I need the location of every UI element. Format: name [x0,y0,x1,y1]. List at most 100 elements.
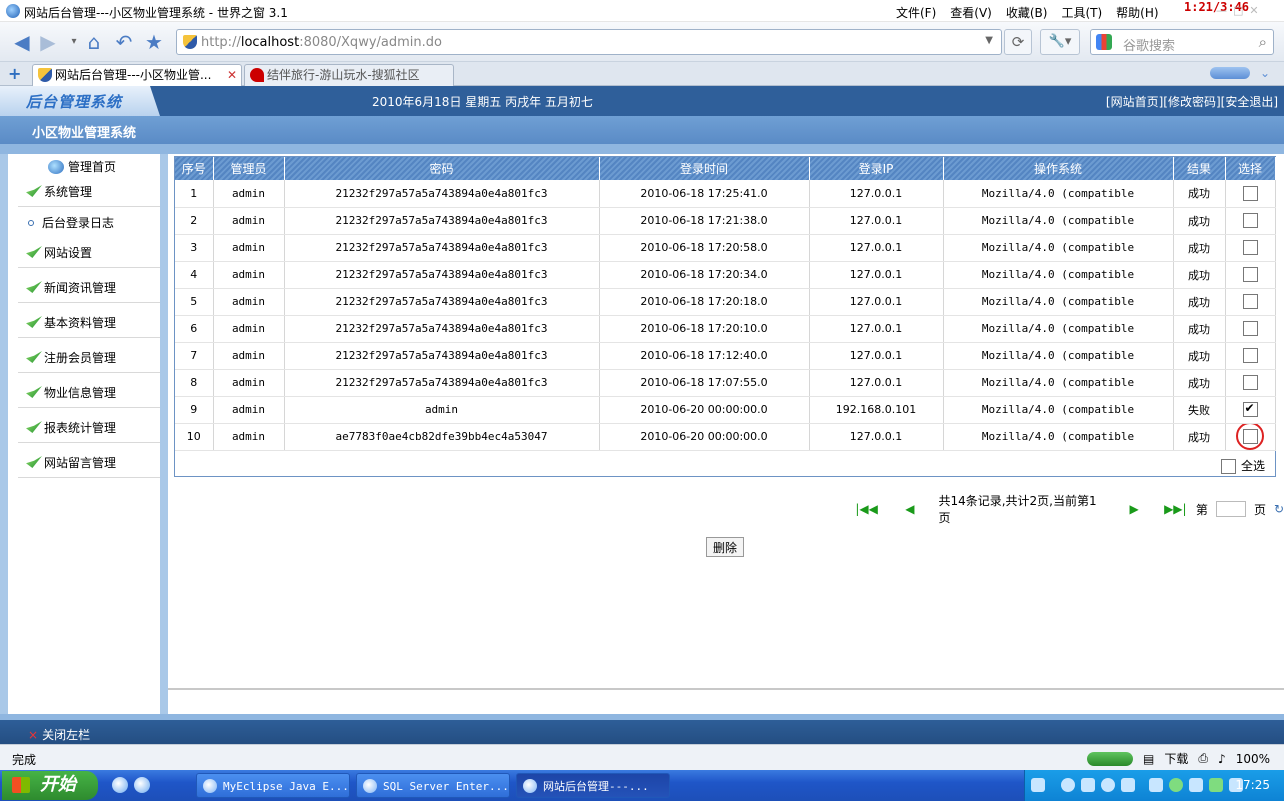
go-page-icon[interactable]: ↻ [1274,502,1284,516]
cell-password: 21232f297a57a5a743894a0e4a801fc3 [284,342,600,370]
home-icon[interactable]: ⌂ [82,30,106,54]
leaf-icon [26,281,42,293]
delete-button[interactable]: 删除 [706,537,744,557]
sidebar-home[interactable]: 管理首页 [48,158,116,175]
undo-icon[interactable]: ↶ [112,30,136,54]
tray-shield-icon[interactable] [1209,778,1223,792]
row-checkbox[interactable] [1242,213,1258,228]
row-checkbox[interactable] [1242,401,1258,417]
page-icon[interactable]: ▤ [1143,752,1154,766]
close-tab-icon[interactable]: ✕ [227,65,237,85]
menu-help[interactable]: 帮助(H) [1116,4,1158,21]
main-content: 序号 管理员 密码 登录时间 登录IP 操作系统 结果 选择 1 admin 212… [168,154,1284,714]
zoom-level[interactable]: 100% [1236,752,1270,766]
header-links[interactable]: [网站首页][修改密码][安全退出] [1106,93,1278,110]
tray-app-icon[interactable] [1081,778,1095,792]
leaf-icon [26,316,42,328]
menu-favorites[interactable]: 收藏(B) [1006,4,1048,21]
cell-result: 成功 [1173,315,1226,343]
cell-password: 21232f297a57a5a743894a0e4a801fc3 [284,261,600,289]
prev-page-icon[interactable]: ◀ [897,502,922,516]
close-left-panel[interactable]: × 关闭左栏 [28,726,90,743]
download-label[interactable]: 下载 [1164,750,1188,767]
search-icon[interactable]: ⌕ [1259,33,1267,51]
search-placeholder[interactable]: 谷歌搜索 [1123,35,1175,54]
star-icon[interactable]: ★ [142,30,166,54]
new-tab-plus-icon[interactable]: + [8,64,21,83]
sidebar-item-messages[interactable]: 网站留言管理 [18,447,160,478]
task-browser[interactable]: 网站后台管理---... [516,773,670,798]
tray-monitor-icon[interactable] [1121,778,1135,792]
sidebar-item-reports[interactable]: 报表统计管理 [18,412,160,443]
row-checkbox[interactable] [1242,321,1258,336]
row-checkbox[interactable] [1242,240,1258,255]
row-checkbox[interactable] [1242,348,1258,363]
sidebar-item-news[interactable]: 新闻资讯管理 [18,272,160,303]
address-dropdown-icon[interactable]: ▼ [985,35,993,46]
tab-menu-icon[interactable]: ⌄ [1260,66,1270,80]
window-titlebar: 网站后台管理---小区物业管理系统 - 世界之窗 3.1 文件(F) 查看(V)… [0,0,1284,22]
clock: 17:25 [1235,778,1270,792]
print-icon[interactable]: ⎙ [1198,751,1208,766]
volume-icon[interactable]: ♪ [1218,752,1226,766]
window-controls[interactable]: —□✕ [1216,4,1265,17]
leaf-icon [26,246,42,258]
cell-login-time: 2010-06-20 00:00:00.0 [599,423,810,451]
tab-scroll-control[interactable] [1210,67,1250,79]
row-checkbox[interactable] [1242,294,1258,309]
quicklaunch-browser-icon[interactable] [112,777,128,793]
cell-select [1225,234,1276,262]
refresh-icon[interactable]: ⟳ [1004,29,1032,55]
sidebar-subitem-login-log[interactable]: 后台登录日志 [28,214,114,231]
menu-view[interactable]: 查看(V) [950,4,992,21]
cell-password: admin [284,396,600,424]
row-checkbox[interactable] [1242,185,1258,201]
last-page-icon[interactable]: ▶▶| [1163,502,1188,516]
status-right: ▤ 下载 ⎙ ♪ 100% [1087,750,1270,767]
back-arrow-icon[interactable]: ◀ [10,30,34,54]
cell-login-ip: 127.0.0.1 [809,315,944,343]
speed-toggle[interactable] [1087,751,1134,766]
sub-header: 小区物业管理系统 [0,116,1284,144]
first-page-icon[interactable]: |◀◀ [854,502,879,516]
cell-no: 3 [175,234,214,262]
address-url[interactable]: http://localhost:8080/Xqwy/admin.do [201,35,442,50]
sidebar-item-property[interactable]: 物业信息管理 [18,377,160,408]
tab-sohu-label: 结伴旅行-游山玩水-搜狐社区 [267,68,420,82]
quicklaunch-ie-icon[interactable] [134,777,150,793]
tools-wrench-icon[interactable]: 🔧▾ [1040,29,1080,55]
table-header-row: 序号 管理员 密码 登录时间 登录IP 操作系统 结果 选择 [175,157,1276,180]
tray-lan-icon[interactable] [1189,778,1203,792]
sidebar-item-members[interactable]: 注册会员管理 [18,342,160,373]
task-myeclipse[interactable]: MyEclipse Java E... [196,773,350,798]
menu-file[interactable]: 文件(F) [896,4,936,21]
tab-sohu[interactable]: 结伴旅行-游山玩水-搜狐社区 [244,64,454,86]
cell-login-ip: 127.0.0.1 [809,342,944,370]
tray-user-icon[interactable] [1169,778,1183,792]
tab-admin[interactable]: 网站后台管理---小区物业管... ✕ [32,64,242,86]
start-button[interactable]: 开始 [2,771,98,800]
cell-no: 1 [175,180,214,208]
task-label: MyEclipse Java E... [223,780,349,793]
task-sqlserver[interactable]: SQL Server Enter... [356,773,510,798]
select-all[interactable]: 全选 [1220,457,1265,474]
tray-keyboard-icon[interactable] [1149,778,1163,792]
sidebar-item-basic-info[interactable]: 基本资料管理 [18,307,160,338]
tab-sohu-icon [250,68,264,82]
select-all-checkbox[interactable] [1220,459,1236,474]
keyboard-icon[interactable] [1031,778,1045,792]
next-page-icon[interactable]: ▶ [1121,502,1146,516]
menu-tools[interactable]: 工具(T) [1061,4,1102,21]
row-checkbox[interactable] [1242,375,1258,390]
search-box[interactable]: 谷歌搜索 ⌕ [1090,29,1274,55]
row-checkbox[interactable] [1242,267,1258,282]
sidebar-item-system[interactable]: 系统管理 [18,176,160,207]
page-number-input[interactable] [1215,501,1246,517]
tray-arrow-icon[interactable] [1061,778,1075,792]
cell-no: 10 [175,423,214,451]
pager: |◀◀ ◀ 共14条记录,共计2页,当前第1页 ▶ ▶▶| 第 页 ↻ [854,492,1284,526]
forward-arrow-icon[interactable]: ▶ [36,30,60,54]
sidebar-item-site-settings[interactable]: 网站设置 [18,237,160,268]
tray-network-icon[interactable] [1101,778,1115,792]
address-bar[interactable]: http://localhost:8080/Xqwy/admin.do ▼ [176,29,1002,55]
